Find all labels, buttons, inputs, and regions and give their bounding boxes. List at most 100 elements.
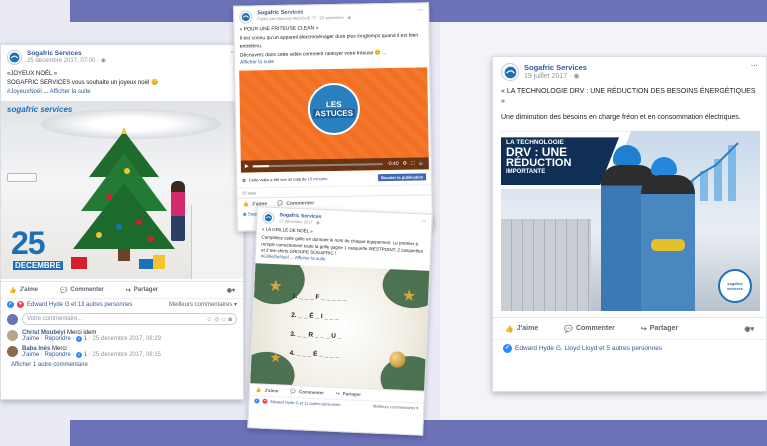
share-button[interactable]: ↪ Partager — [336, 391, 361, 398]
share-icon: ↪ — [125, 287, 131, 294]
like-button[interactable]: 👍 J'aime — [256, 387, 279, 394]
page-avatar[interactable] — [501, 63, 519, 81]
thumbs-up-icon: 👍 — [505, 325, 514, 333]
see-more-link[interactable]: Afficher la suite — [295, 255, 326, 261]
share-button[interactable]: ↪ Partager — [126, 287, 158, 294]
grid-image[interactable]: ★ ★ ★ 1. _ _ _ F _ _ _ _ _ 2. _ _ É _ I … — [250, 263, 432, 392]
drv-image[interactable]: LA TECHNOLOGIE DRV : UNE RÉDUCTION IMPOR… — [501, 131, 760, 312]
share-icon: ↪ — [640, 325, 647, 333]
post-date[interactable]: 19 juillet 2017 · — [524, 73, 573, 80]
published-by[interactable]: Publié par Manuela MENGUE ?? · 22 septem… — [257, 15, 347, 22]
comment-icon: 💬 — [564, 325, 573, 333]
volume-icon[interactable]: 🔈 — [419, 161, 425, 167]
like-reaction-icon: ✓ — [503, 344, 512, 354]
sogafric-logo-icon — [241, 12, 250, 22]
comment-date: · 25 décembre 2017, 08:29 — [87, 336, 161, 342]
gear-icon[interactable]: ⚙ — [403, 161, 408, 167]
comment-button[interactable]: 💬 Commenter — [277, 200, 314, 207]
reactions-text: Edward Hyde G, Lloyd Lloyd et 5 autres p… — [515, 345, 663, 353]
like-reaction-icon: ✓ — [76, 336, 83, 342]
christmas-tree-icon — [73, 127, 175, 261]
comment-button[interactable]: 💬 Commenter — [290, 389, 324, 396]
post-text: SOGAFRIC SERVICES vous souhaite un joyeu… — [7, 80, 159, 86]
comment-label: Commenter — [286, 200, 315, 207]
comment-item: Baba Inès Merci J'aime · Répondre · ✓ 1 … — [1, 344, 243, 360]
heart-reaction-icon: ♥ — [17, 301, 24, 308]
more-options-icon[interactable]: ··· — [422, 218, 427, 223]
video-progress[interactable] — [252, 163, 384, 168]
page-avatar[interactable] — [262, 211, 275, 225]
comment-icon: 💬 — [277, 200, 284, 207]
post-text: Une diminution des besoins en charge fré… — [501, 114, 741, 122]
outdoor-units — [501, 219, 591, 312]
boost-button[interactable]: Booster la publication — [377, 173, 427, 182]
share-button[interactable]: ↪ Partager — [641, 325, 678, 333]
best-comments-dropdown[interactable]: Meilleurs commentaires ▾ — [373, 404, 419, 411]
like-button[interactable]: 👍 J'aime — [505, 325, 538, 333]
date-day: 25 — [11, 225, 46, 261]
technician-helmet — [651, 157, 677, 176]
best-comments-dropdown[interactable]: Meilleurs commentaires ▾ — [169, 301, 237, 308]
hashtag-link[interactable]: #JoyeuxNoël — [7, 89, 42, 95]
comment-actions[interactable]: J'aime · Répondre · — [22, 352, 76, 358]
reactions-summary[interactable]: ✓ ♥ Edward Hyde G et 11 autres personnes — [254, 398, 340, 408]
more-options-icon[interactable]: ··· — [751, 63, 758, 70]
ellipsis: ... — [41, 89, 50, 95]
comment-button[interactable]: 💬 Commenter — [60, 287, 104, 294]
share-label: Partager — [342, 391, 362, 398]
technician-helmet — [613, 145, 641, 166]
star-ornament-icon: ★ — [268, 349, 283, 366]
comment-button[interactable]: 💬 Commenter — [564, 325, 615, 333]
reactions-summary[interactable]: ✓ Edward Hyde G, Lloyd Lloyd et 5 autres… — [503, 344, 663, 354]
share-icon: ↪ — [335, 390, 340, 397]
comment-placeholder: Votre commentaire... — [27, 316, 83, 322]
date-month: DECEMBRE — [13, 261, 63, 270]
commenter-avatar[interactable] — [7, 330, 18, 341]
like-label: J'aime — [19, 287, 38, 293]
christmas-image[interactable]: sogafric services 25 DECEMBRE — [1, 101, 243, 279]
globe-icon: ◉ — [316, 219, 320, 226]
comment-actions[interactable]: J'aime · Répondre · — [22, 336, 76, 342]
globe-icon: ◉ — [100, 58, 106, 64]
post-fryer-video: Sogafric Services Publié par Manuela MEN… — [233, 2, 433, 232]
page-avatar[interactable] — [239, 10, 253, 24]
more-options-icon[interactable]: ··· — [418, 7, 423, 13]
star-ornament-icon: ★ — [268, 278, 284, 296]
share-label: Partager — [649, 325, 679, 333]
post-date[interactable]: 25 décembre 2017, 07:00 · — [27, 58, 101, 64]
emoji-icon[interactable]: ☺ ◎ ▭ ◙ — [206, 316, 232, 323]
page-avatar[interactable] — [7, 50, 22, 65]
banner-line-3: RÉDUCTION — [506, 157, 572, 170]
grid-row: 4. _ _ _ É _ _ _ _ — [289, 350, 340, 360]
page-name[interactable]: Sogafric Services — [27, 50, 106, 57]
comment-label: Commenter — [70, 287, 104, 293]
thumbs-up-icon: 👍 — [255, 387, 262, 393]
audience-selector-icon[interactable]: ◉▾ — [227, 287, 235, 294]
puzzle-grid: 1. _ _ _ F _ _ _ _ _ 2. _ _ É _ I _ _ _ … — [289, 287, 396, 367]
like-button[interactable]: 👍 J'aime — [9, 287, 38, 294]
page-avatar-small: ◉ — [242, 211, 247, 217]
comment-item: Christ Moubéyi Merci idem J'aime · Répon… — [1, 328, 243, 344]
comment-icon: 💬 — [290, 388, 297, 395]
video-player[interactable]: LES ASTUCES ▶ -0:40 ⚙ ⛶ 🔈 — [239, 67, 429, 173]
play-icon[interactable]: ▶ — [245, 164, 249, 170]
woman-figure — [171, 181, 185, 241]
post-date[interactable]: 22 décembre 2017 · — [279, 218, 316, 225]
fullscreen-icon[interactable]: ⛶ — [411, 161, 415, 167]
star-ornament-icon: ★ — [401, 288, 417, 306]
video-time: -0:40 — [387, 161, 399, 168]
comment-label: Commenter — [575, 325, 615, 333]
chart-icon: ▥ — [242, 177, 246, 183]
audience-selector-icon[interactable]: ◉▾ — [744, 325, 754, 333]
badge-astuces: ASTUCES — [312, 108, 356, 119]
page-name[interactable]: Sogafric Services — [524, 63, 587, 72]
thumbs-up-icon: 👍 — [242, 201, 249, 208]
see-more-link[interactable]: Afficher la suite — [50, 89, 91, 95]
commenter-avatar[interactable] — [7, 346, 18, 357]
comment-input[interactable]: Votre commentaire... ☺ ◎ ▭ ◙ — [22, 313, 237, 325]
show-more-comments-link[interactable]: Afficher 1 autre commentaire — [1, 360, 243, 370]
sogafric-logo-icon — [504, 66, 516, 78]
hashtag-link[interactable]: #GrilleDeNoël — [261, 254, 289, 260]
reactions-summary[interactable]: ✓ ♥ Edward Hyde G et 13 autres personnes — [7, 301, 132, 308]
post-title: «JOYEUX NOËL » — [7, 71, 58, 77]
